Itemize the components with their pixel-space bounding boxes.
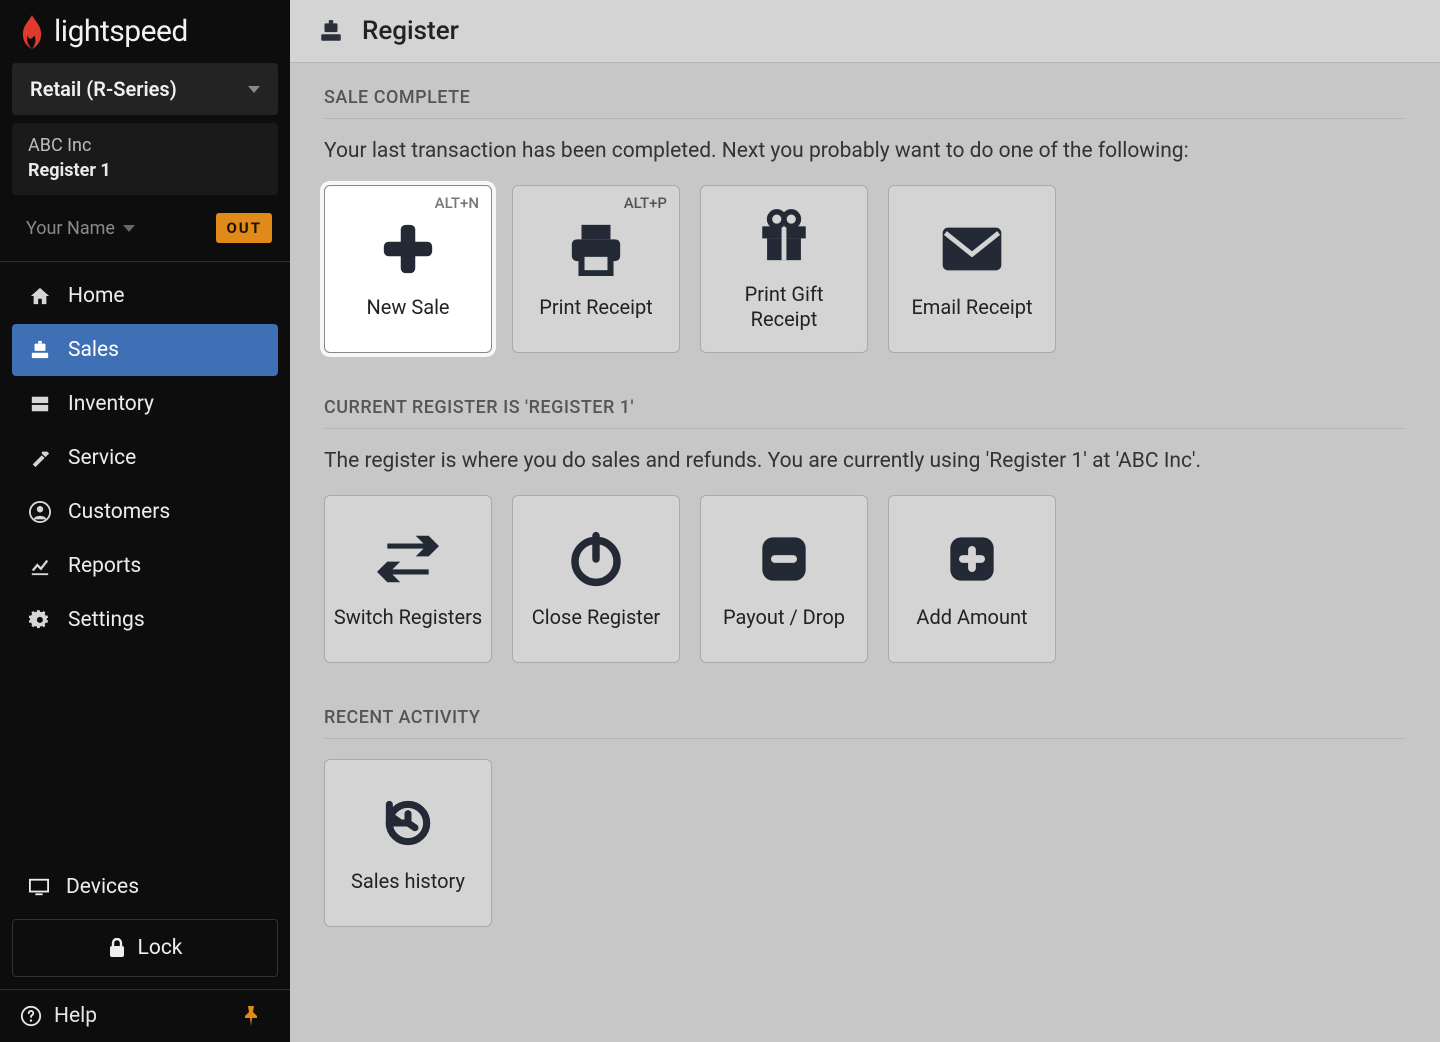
nav-reports[interactable]: Reports [12, 540, 278, 592]
lock-label: Lock [138, 936, 183, 960]
card-label: Sales history [351, 869, 465, 894]
plus-square-icon [946, 529, 998, 589]
store-company: ABC Inc [28, 133, 262, 158]
print-receipt-button[interactable]: ALT+P Print Receipt [512, 185, 680, 353]
nav-inventory[interactable]: Inventory [12, 378, 278, 430]
nav-home[interactable]: Home [12, 270, 278, 322]
register-icon [318, 19, 344, 43]
nav-label: Customers [68, 500, 170, 524]
swap-arrows-icon [377, 529, 439, 589]
brand-name: lightspeed [54, 14, 188, 49]
clock-out-badge[interactable]: OUT [216, 213, 272, 243]
nav-label: Sales [68, 338, 119, 362]
nav-customers[interactable]: Customers [12, 486, 278, 538]
content: SALE COMPLETE Your last transaction has … [290, 63, 1440, 951]
divider [0, 261, 290, 262]
devices-label: Devices [66, 875, 139, 899]
section-heading: SALE COMPLETE [324, 87, 1406, 119]
section-sale-complete: SALE COMPLETE Your last transaction has … [324, 87, 1406, 353]
question-circle-icon [20, 1005, 42, 1027]
gift-icon [755, 206, 813, 266]
nav-label: Reports [68, 554, 141, 578]
minus-square-icon [758, 529, 810, 589]
gear-icon [28, 609, 52, 631]
power-icon [568, 529, 624, 589]
nav-devices[interactable]: Devices [0, 861, 290, 919]
store-chip[interactable]: ABC Inc Register 1 [12, 123, 278, 195]
chevron-down-icon [248, 86, 260, 93]
card-label: Payout / Drop [723, 605, 845, 630]
add-amount-button[interactable]: Add Amount [888, 495, 1056, 663]
main-nav: Home Sales Inventory Service Customers [0, 270, 290, 648]
card-label: Print Gift Receipt [709, 282, 859, 332]
card-label: New Sale [366, 295, 449, 320]
shortcut-label: ALT+P [624, 194, 667, 212]
user-menu[interactable]: Your Name [26, 218, 135, 239]
section-heading: CURRENT REGISTER IS 'REGISTER 1' [324, 397, 1406, 429]
card-label: Email Receipt [911, 295, 1032, 320]
product-selector[interactable]: Retail (R-Series) [12, 63, 278, 115]
close-register-button[interactable]: Close Register [512, 495, 680, 663]
monitor-icon [28, 877, 50, 897]
card-label: Switch Registers [334, 605, 482, 630]
email-receipt-button[interactable]: Email Receipt [888, 185, 1056, 353]
main: Register SALE COMPLETE Your last transac… [290, 0, 1440, 1042]
card-label: Close Register [532, 605, 660, 630]
topbar: Register [290, 0, 1440, 63]
user-circle-icon [28, 501, 52, 523]
nav-settings[interactable]: Settings [12, 594, 278, 646]
nav-sales[interactable]: Sales [12, 324, 278, 376]
chart-icon [28, 556, 52, 576]
lock-icon [108, 938, 126, 958]
print-gift-receipt-button[interactable]: Print Gift Receipt [700, 185, 868, 353]
pin-button[interactable] [232, 1002, 270, 1030]
drawer-icon [28, 394, 52, 414]
brand: lightspeed [0, 0, 290, 61]
card-label: Print Receipt [539, 295, 652, 320]
section-heading: RECENT ACTIVITY [324, 707, 1406, 739]
sidebar-footer: Help [0, 989, 290, 1042]
envelope-icon [939, 219, 1005, 279]
pushpin-icon [242, 1006, 260, 1026]
switch-registers-button[interactable]: Switch Registers [324, 495, 492, 663]
sidebar: lightspeed Retail (R-Series) ABC Inc Reg… [0, 0, 290, 1042]
chevron-down-icon [123, 225, 135, 232]
section-current-register: CURRENT REGISTER IS 'REGISTER 1' The reg… [324, 397, 1406, 663]
flame-icon [18, 15, 46, 49]
shortcut-label: ALT+N [435, 194, 479, 212]
section-recent-activity: RECENT ACTIVITY Sales history [324, 707, 1406, 927]
user-row: Your Name OUT [0, 203, 290, 261]
new-sale-button[interactable]: ALT+N New Sale [324, 185, 492, 353]
user-name: Your Name [26, 218, 115, 239]
register-icon [28, 340, 52, 360]
nav-label: Settings [68, 608, 145, 632]
card-label: Add Amount [916, 605, 1027, 630]
nav-label: Inventory [68, 392, 154, 416]
plus-icon [379, 219, 437, 279]
section-text: Your last transaction has been completed… [324, 139, 1406, 163]
sales-history-button[interactable]: Sales history [324, 759, 492, 927]
printer-icon [567, 219, 625, 279]
nav-service[interactable]: Service [12, 432, 278, 484]
help-label: Help [54, 1004, 97, 1028]
lock-button[interactable]: Lock [12, 919, 278, 977]
house-icon [28, 286, 52, 306]
store-register: Register 1 [28, 158, 262, 183]
section-text: The register is where you do sales and r… [324, 449, 1406, 473]
nav-label: Home [68, 284, 125, 308]
help-link[interactable]: Help [20, 1004, 216, 1028]
nav-label: Service [68, 446, 136, 470]
hammer-icon [28, 448, 52, 468]
payout-drop-button[interactable]: Payout / Drop [700, 495, 868, 663]
page-title: Register [362, 16, 459, 46]
product-label: Retail (R-Series) [30, 77, 177, 101]
history-icon [380, 793, 436, 853]
